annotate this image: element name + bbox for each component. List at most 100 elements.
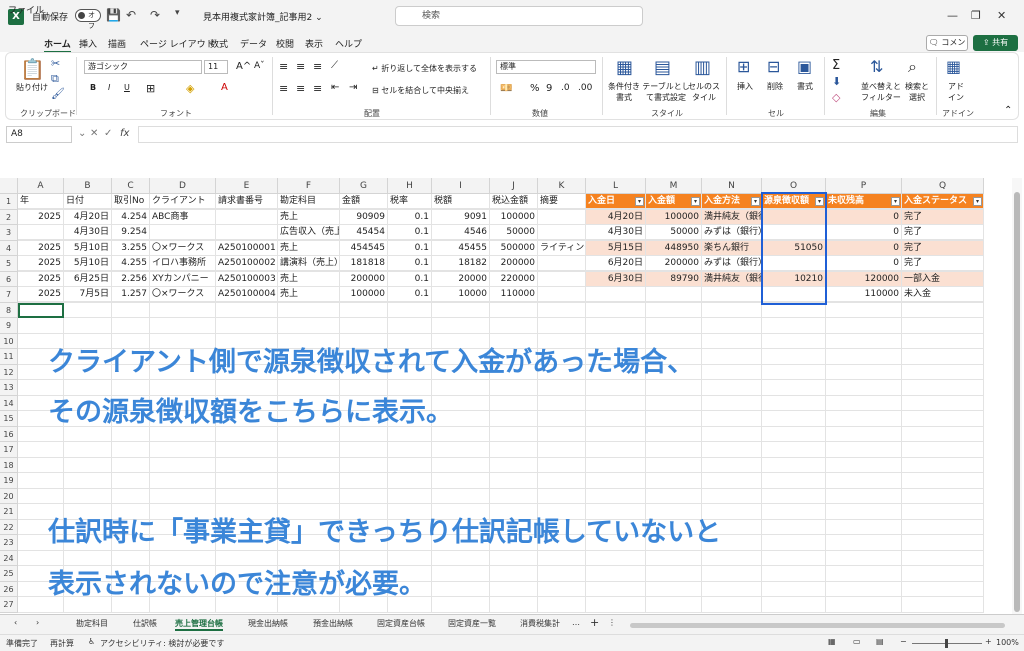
grid-cell[interactable] (646, 597, 702, 613)
merge-center-button[interactable]: ⊟ セルを結合して中央揃え (372, 85, 469, 96)
table-cell[interactable] (538, 225, 586, 240)
filter-dropdown-icon[interactable]: ▾ (691, 197, 700, 206)
sheet-tab[interactable]: 固定資産台帳 (377, 618, 425, 629)
grid-cell[interactable] (490, 442, 538, 458)
payment-cell[interactable]: 完了 (902, 256, 984, 271)
close-icon[interactable]: ✕ (997, 9, 1006, 22)
grid-cell[interactable] (646, 550, 702, 566)
sheet-tab[interactable]: 勘定科目 (76, 618, 108, 629)
grid-cell[interactable] (538, 395, 586, 411)
font-name-select[interactable]: 游ゴシック (84, 60, 202, 74)
grid-cell[interactable] (646, 473, 702, 489)
grid-cell[interactable] (702, 333, 762, 349)
outdent-icon[interactable]: ⇥ (349, 82, 357, 93)
grid-cell[interactable] (826, 349, 902, 365)
grid-cell[interactable] (216, 457, 278, 473)
horizontal-scrollbar[interactable] (630, 623, 1005, 628)
grid-cell[interactable] (902, 302, 984, 318)
restore-icon[interactable]: ❐ (971, 9, 981, 22)
grid-cell[interactable] (150, 442, 216, 458)
payment-cell[interactable]: 満井純友（銀行） (702, 271, 762, 287)
grid-cell[interactable] (762, 333, 826, 349)
grid-cell[interactable] (826, 395, 902, 411)
grid-cell[interactable] (490, 395, 538, 411)
row-header[interactable]: 22 (0, 519, 18, 535)
sheet-tab[interactable]: 現金出納帳 (248, 618, 288, 629)
table-cell[interactable]: 4月20日 (64, 209, 112, 225)
column-header[interactable]: Q (902, 178, 984, 194)
tab-home[interactable]: ホーム (44, 37, 71, 53)
grid-cell[interactable] (432, 581, 490, 597)
grid-cell[interactable] (538, 426, 586, 442)
name-box-dropdown-icon[interactable]: ⌄ (78, 128, 86, 139)
italic-icon[interactable]: I (108, 83, 110, 92)
select-all-corner[interactable] (0, 178, 18, 194)
table-cell[interactable]: 5月10日 (64, 240, 112, 256)
grid-cell[interactable] (702, 581, 762, 597)
grid-cell[interactable] (586, 457, 646, 473)
table-cell[interactable]: 181818 (340, 256, 388, 271)
decrease-decimal-icon[interactable]: .00 (578, 83, 592, 93)
table-cell[interactable]: 45455 (432, 240, 490, 256)
redo-icon[interactable]: ↷ (150, 8, 160, 22)
table-header-cell[interactable]: 取引No (112, 194, 150, 209)
grid-cell[interactable] (18, 442, 64, 458)
grid-cell[interactable] (64, 457, 112, 473)
grid-cell[interactable] (432, 488, 490, 504)
conditional-format-icon[interactable]: ▦ (616, 57, 633, 78)
filter-dropdown-icon[interactable]: ▾ (751, 197, 760, 206)
table-header-cell[interactable]: クライアント (150, 194, 216, 209)
table-header-cell[interactable]: 金額 (340, 194, 388, 209)
table-cell[interactable]: 広告収入（売上） (278, 225, 340, 240)
grid-cell[interactable] (538, 457, 586, 473)
grid-cell[interactable] (702, 566, 762, 582)
font-size-select[interactable]: 11 (204, 60, 228, 74)
grid-cell[interactable] (388, 318, 432, 334)
payment-cell[interactable]: 0 (826, 240, 902, 256)
grid-cell[interactable] (432, 550, 490, 566)
grid-cell[interactable] (432, 473, 490, 489)
sheet-tab[interactable]: 仕訳帳 (133, 618, 157, 629)
grid-cell[interactable] (216, 473, 278, 489)
grid-cell[interactable] (826, 442, 902, 458)
payment-cell[interactable]: 4月30日 (586, 225, 646, 240)
addins-label[interactable]: アドイン (946, 81, 966, 103)
column-header[interactable]: M (646, 178, 702, 194)
table-cell[interactable]: 売上 (278, 271, 340, 287)
grid-cell[interactable] (216, 302, 278, 318)
vertical-scrollbar[interactable] (1012, 178, 1022, 614)
table-cell[interactable]: 2025 (18, 256, 64, 271)
table-cell[interactable]: 90909 (340, 209, 388, 225)
table-cell[interactable]: 9091 (432, 209, 490, 225)
delete-cells-label[interactable]: 削除 (767, 81, 783, 92)
grid-cell[interactable] (902, 426, 984, 442)
table-header-cell[interactable]: 税率 (388, 194, 432, 209)
grid-cell[interactable] (762, 302, 826, 318)
table-cell[interactable]: 20000 (432, 271, 490, 287)
column-header[interactable]: G (340, 178, 388, 194)
column-header[interactable]: N (702, 178, 762, 194)
grid-cell[interactable] (702, 380, 762, 396)
table-cell[interactable]: 3.255 (112, 240, 150, 256)
grid-cell[interactable] (432, 566, 490, 582)
column-header[interactable]: E (216, 178, 278, 194)
grid-cell[interactable] (586, 318, 646, 334)
row-header[interactable]: 14 (0, 395, 18, 411)
grid-cell[interactable] (702, 473, 762, 489)
enter-formula-icon[interactable]: ✓ (104, 128, 112, 139)
grid-cell[interactable] (902, 395, 984, 411)
autosum-icon[interactable]: Σ (832, 58, 840, 73)
table-cell[interactable]: 50000 (490, 225, 538, 240)
border-icon[interactable]: ⊞ (146, 82, 155, 95)
table-cell[interactable]: 7月5日 (64, 287, 112, 302)
grid-cell[interactable] (388, 473, 432, 489)
tab-formulas[interactable]: 数式 (210, 37, 228, 50)
table-cell[interactable]: 2025 (18, 240, 64, 256)
grid-cell[interactable] (432, 442, 490, 458)
grid-cell[interactable] (18, 457, 64, 473)
tab-data[interactable]: データ (240, 37, 267, 50)
paste-icon[interactable]: 📋 (20, 57, 45, 81)
format-painter-icon[interactable]: 🖌 (51, 87, 65, 100)
row-header[interactable]: 9 (0, 318, 18, 334)
filter-dropdown-icon[interactable]: ▾ (973, 197, 982, 206)
